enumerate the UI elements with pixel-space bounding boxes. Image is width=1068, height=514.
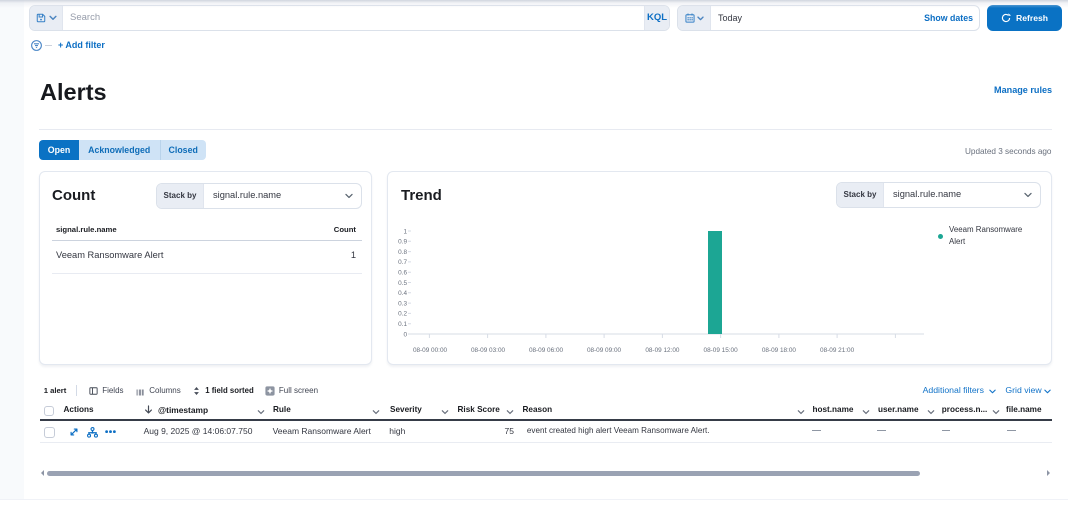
svg-text:0.7: 0.7	[398, 259, 407, 266]
svg-text:0.4: 0.4	[398, 290, 407, 297]
svg-text:1: 1	[403, 228, 407, 235]
svg-text:0.6: 0.6	[398, 270, 407, 277]
svg-text:08-09 12:00: 08-09 12:00	[645, 347, 680, 354]
svg-text:08-09 15:00: 08-09 15:00	[704, 347, 739, 354]
svg-text:0.3: 0.3	[398, 300, 407, 307]
svg-text:0.5: 0.5	[398, 280, 407, 287]
svg-text:08-09 18:00: 08-09 18:00	[762, 347, 797, 354]
svg-text:0.2: 0.2	[398, 311, 407, 318]
svg-text:08-09 06:00: 08-09 06:00	[529, 347, 564, 354]
svg-text:08-09 03:00: 08-09 03:00	[471, 347, 506, 354]
svg-text:08-09 00:00: 08-09 00:00	[413, 347, 448, 354]
svg-text:0: 0	[403, 331, 407, 338]
svg-text:0.8: 0.8	[398, 249, 407, 256]
svg-text:0.9: 0.9	[398, 239, 407, 246]
svg-text:08-09 21:00: 08-09 21:00	[820, 347, 855, 354]
svg-text:08-09 09:00: 08-09 09:00	[587, 347, 622, 354]
svg-text:0.1: 0.1	[398, 321, 407, 328]
